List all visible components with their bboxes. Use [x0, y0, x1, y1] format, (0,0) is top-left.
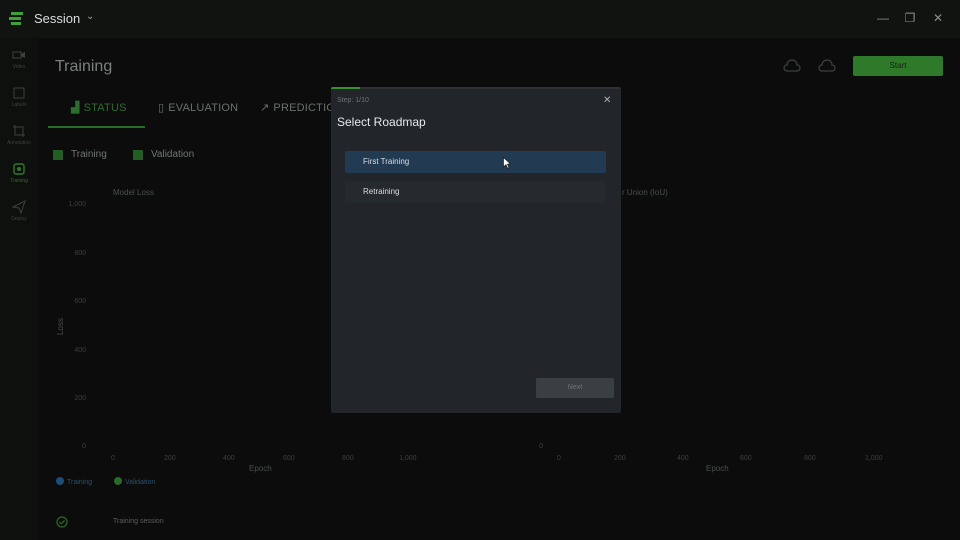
cloud-upload-icon[interactable] — [782, 58, 802, 74]
left-rail: Video Labels Annotation Training Deploy — [0, 38, 38, 540]
x-axis-label: Epoch — [249, 464, 272, 473]
legend-label: Validation — [125, 479, 156, 486]
page-title: Training — [55, 58, 113, 75]
y-tick: 800 — [74, 250, 86, 257]
y-tick: 600 — [74, 298, 86, 305]
x-axis-label: Epoch — [706, 464, 729, 473]
active-tab-indicator — [48, 126, 145, 128]
app-title[interactable]: Session — [34, 11, 80, 26]
cloud-download-icon[interactable] — [817, 58, 837, 74]
bar-chart-icon: ▟ — [71, 102, 80, 114]
step-progress-fill — [331, 87, 360, 89]
chart-legend: Training Validation — [56, 477, 155, 486]
select-roadmap-dialog: Step: 1/10 ✕ Select Roadmap First Traini… — [331, 87, 621, 413]
x-tick: 0 — [557, 455, 561, 462]
title-bar: Session ⌄ — ❐ ✕ — [0, 0, 960, 38]
clipboard-icon: ▯ — [158, 102, 165, 114]
y-tick: 200 — [74, 395, 86, 402]
tab-status[interactable]: ▟ STATUS — [71, 101, 127, 115]
chevron-down-icon[interactable]: ⌄ — [86, 11, 94, 22]
rail-item-label: Labels — [11, 102, 27, 108]
legend-dot — [56, 477, 64, 485]
x-tick: 200 — [164, 455, 176, 462]
filter-label: Validation — [151, 149, 195, 160]
mouse-cursor-icon — [503, 157, 511, 169]
roadmap-option-retraining[interactable]: Retraining — [345, 181, 606, 203]
rail-item-training[interactable]: Training — [0, 158, 38, 194]
legend-item-validation[interactable]: Validation — [114, 477, 155, 486]
x-tick: 1,000 — [399, 455, 417, 462]
start-button[interactable]: Start — [853, 56, 943, 76]
close-window-icon[interactable]: ✕ — [931, 11, 945, 25]
chart-title-iou: r Union (IoU) — [622, 188, 668, 197]
rail-item-video[interactable]: Video — [0, 44, 38, 80]
rail-item-labels[interactable]: Labels — [0, 82, 38, 118]
filter-training[interactable]: Training — [53, 149, 107, 160]
tag-icon — [13, 87, 25, 99]
close-icon[interactable]: ✕ — [603, 95, 611, 106]
rail-item-label: Deploy — [11, 216, 27, 222]
y-tick: 400 — [74, 347, 86, 354]
x-tick: 1,000 — [865, 455, 883, 462]
check-circle-icon — [56, 516, 68, 528]
filter-validation[interactable]: Validation — [133, 149, 194, 160]
tab-label: STATUS — [83, 101, 127, 114]
y-tick: 0 — [82, 443, 86, 450]
dialog-title: Select Roadmap — [337, 115, 426, 129]
x-tick: 400 — [223, 455, 235, 462]
checkbox[interactable] — [53, 149, 63, 160]
x-tick: 800 — [804, 455, 816, 462]
chart-title-model-loss: Model Loss — [113, 188, 154, 197]
trend-icon: ↗ — [260, 102, 270, 114]
minimize-icon[interactable]: — — [876, 11, 890, 25]
legend-dot — [114, 477, 123, 485]
step-progress-track — [331, 87, 621, 89]
y-tick: 0 — [539, 443, 543, 450]
rail-item-annotation[interactable]: Annotation — [0, 120, 38, 156]
x-tick: 200 — [614, 455, 626, 462]
filter-label: Training — [71, 149, 107, 160]
crop-icon — [13, 125, 25, 137]
step-indicator: Step: 1/10 — [337, 97, 369, 104]
rail-item-label: Video — [12, 64, 26, 70]
legend-item-training[interactable]: Training — [56, 477, 92, 486]
app-logo-icon — [9, 12, 23, 25]
x-tick: 600 — [740, 455, 752, 462]
x-tick: 0 — [111, 455, 115, 462]
tab-label: EVALUATION — [168, 101, 239, 114]
send-icon — [12, 200, 26, 214]
rail-item-label: Annotation — [7, 140, 31, 146]
rail-item-deploy[interactable]: Deploy — [0, 196, 38, 232]
checkbox[interactable] — [133, 149, 143, 160]
restore-icon[interactable]: ❐ — [903, 11, 917, 25]
y-axis-label: Loss — [55, 318, 65, 335]
x-tick: 400 — [677, 455, 689, 462]
next-button[interactable]: Next — [536, 378, 614, 398]
roadmap-option-first-training[interactable]: First Training — [345, 151, 606, 173]
training-chip-icon — [13, 163, 25, 175]
rail-item-label: Training — [10, 178, 28, 184]
video-camera-icon — [12, 51, 25, 59]
legend-label: Training — [67, 479, 93, 486]
footer-status: Training session — [113, 518, 164, 525]
tab-evaluation[interactable]: ▯ EVALUATION — [158, 101, 239, 115]
y-tick: 1,000 — [68, 201, 86, 208]
x-tick: 800 — [342, 455, 354, 462]
x-tick: 600 — [283, 455, 295, 462]
